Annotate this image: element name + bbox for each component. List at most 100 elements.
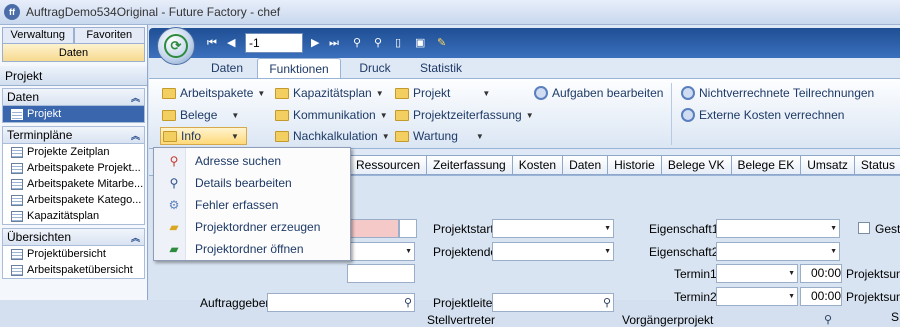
termin2-label: Termin2 [674, 290, 717, 304]
nachkalkulation-button[interactable]: Nachkalkulation ▼ [275, 127, 390, 145]
nav-group-header[interactable]: Terminpläne ︽ [3, 127, 144, 144]
first-record-icon[interactable]: ⏮ [207, 36, 217, 50]
table-icon [11, 108, 23, 120]
next-record-icon[interactable]: ▶ [311, 36, 319, 50]
dropdown-arrow-icon: ▼ [604, 248, 611, 255]
search-binoculars-icon[interactable]: ⚲ [603, 296, 611, 309]
address-search-icon: ⚲ [169, 154, 179, 168]
aufgaben-bearbeiten-button[interactable]: Aufgaben bearbeiten [534, 84, 663, 102]
tab-historie[interactable]: Historie [607, 155, 661, 175]
tab-funktionen[interactable]: Funktionen [257, 58, 341, 78]
search-binoculars-icon[interactable]: ⚲ [404, 296, 412, 309]
collapse-icon[interactable]: ︽ [131, 91, 140, 104]
folder-icon [395, 130, 409, 142]
nav-item-kapazitaetsplan[interactable]: Kapazitätsplan [3, 208, 144, 224]
menu-item-projektordner-oeffnen[interactable]: ▰ Projektordner öffnen [154, 238, 350, 260]
detail-tabs: Ressourcen Zeiterfassung Kosten Daten Hi… [349, 155, 900, 175]
termin2-time[interactable]: 00:00 [800, 287, 842, 306]
nav-item-arbeitspakete-kategorie[interactable]: Arbeitspakete Katego... [3, 192, 144, 208]
tab-daten-detail[interactable]: Daten [562, 155, 608, 175]
kapazitaetsplan-button[interactable]: Kapazitätsplan ▼ [275, 84, 384, 102]
menu-item-fehler-erfassen[interactable]: ⚙ Fehler erfassen [154, 194, 350, 216]
search-binoculars-icon[interactable]: ⚲ [824, 313, 832, 326]
nav-item-arbeitspakete-projekt[interactable]: Arbeitspakete Projekt... [3, 160, 144, 176]
edit-icon[interactable]: ✎ [437, 36, 446, 50]
eigenschaft1-field[interactable]: ▼ [716, 219, 840, 238]
nav-item-label: Projektübersicht [27, 248, 106, 260]
tab-zeiterfassung[interactable]: Zeiterfassung [426, 155, 512, 175]
vorgaengerprojekt-label: Vorgängerprojekt [622, 313, 714, 327]
externe-kosten-verrechnen-button[interactable]: Externe Kosten verrechnen [681, 106, 844, 124]
dropdown-arrow-icon: ▼ [604, 225, 611, 232]
tab-druck[interactable]: Druck [347, 58, 403, 78]
folder-icon: ▰ [169, 220, 179, 234]
tab-status[interactable]: Status [853, 155, 900, 175]
text-field[interactable] [347, 264, 415, 283]
report-icon [11, 248, 23, 260]
nav-item-arbeitspaketuebersicht[interactable]: Arbeitspaketübersicht [3, 262, 144, 278]
ribbon-separator [671, 83, 672, 145]
folder-icon [163, 130, 177, 142]
nav-group-header[interactable]: Daten ︽ [3, 89, 144, 106]
dropdown-arrow-icon: ▼ [257, 88, 266, 98]
nav-item-projekt[interactable]: Projekt [3, 106, 144, 122]
required-field[interactable] [347, 219, 399, 238]
auftraggeber-field[interactable]: ⚲ [267, 293, 415, 312]
kommunikation-button[interactable]: Kommunikation ▼ [275, 106, 388, 124]
gesta-checkbox[interactable] [858, 222, 870, 234]
tab-kosten[interactable]: Kosten [511, 155, 563, 175]
nav-group-header[interactable]: Übersichten ︽ [3, 229, 144, 246]
previous-record-icon[interactable]: ◀ [227, 36, 235, 50]
projektsumme2-label: Projektsumm [846, 290, 900, 304]
tab-daten[interactable]: Daten [201, 58, 253, 78]
field-segment[interactable] [399, 219, 417, 238]
nav-tab-favoriten[interactable]: Favoriten [73, 27, 145, 44]
tab-statistik[interactable]: Statistik [411, 58, 471, 78]
eigenschaft2-field[interactable]: ▼ [716, 242, 840, 261]
nav-tab-verwaltung[interactable]: Verwaltung [2, 27, 74, 44]
info-button[interactable]: Info ▼ [160, 127, 247, 145]
nav-tab-daten[interactable]: Daten [2, 44, 145, 62]
nav-group-terminplaene: Terminpläne ︽ Projekte Zeitplan Arbeitspa… [2, 126, 145, 225]
search-binoculars-icon[interactable]: ⚲ [353, 36, 361, 50]
new-document-icon[interactable]: ▯ [395, 36, 401, 50]
collapse-icon[interactable]: ︽ [131, 129, 140, 142]
record-number-input[interactable]: -1 [245, 33, 303, 53]
folder-icon [275, 130, 289, 142]
combo-field[interactable]: ▼ [347, 242, 415, 261]
gear-icon [681, 108, 695, 122]
last-record-icon[interactable]: ⏭ [329, 36, 339, 50]
nav-section-title: Projekt [0, 66, 147, 86]
nav-group-daten: Daten ︽ Projekt [2, 88, 145, 123]
projektende-field[interactable]: ▼ [492, 242, 614, 261]
projektleiter-field[interactable]: ⚲ [492, 293, 614, 312]
menu-item-projektordner-erzeugen[interactable]: ▰ Projektordner erzeugen [154, 216, 350, 238]
projektstart-field[interactable]: ▼ [492, 219, 614, 238]
table-icon [11, 146, 23, 158]
search-user-icon[interactable]: ⚲ [374, 36, 382, 50]
menu-item-details-bearbeiten[interactable]: ⚲ Details bearbeiten [154, 172, 350, 194]
projekt-button[interactable]: Projekt ▼ [395, 84, 490, 102]
nav-item-projekte-zeitplan[interactable]: Projekte Zeitplan [3, 144, 144, 160]
termin1-time[interactable]: 00:00 [800, 264, 842, 283]
belege-button[interactable]: Belege ▼ [162, 106, 239, 124]
save-icon[interactable]: ▣ [415, 36, 425, 50]
termin2-date[interactable]: ▼ [716, 287, 798, 306]
nav-item-projektuebersicht[interactable]: Projektübersicht [3, 246, 144, 262]
wartung-button[interactable]: Wartung ▼ [395, 127, 484, 145]
tab-umsatz[interactable]: Umsatz [800, 155, 854, 175]
menu-item-adresse-suchen[interactable]: ⚲ Adresse suchen [154, 150, 350, 172]
nav-item-arbeitspakete-mitarbeiter[interactable]: Arbeitspakete Mitarbe... [3, 176, 144, 192]
collapse-icon[interactable]: ︽ [131, 231, 140, 244]
dropdown-arrow-icon: ▼ [379, 110, 388, 120]
termin1-date[interactable]: ▼ [716, 264, 798, 283]
dropdown-arrow-icon: ▼ [231, 110, 240, 120]
nichtverrechnete-teilrechnungen-button[interactable]: Nichtverrechnete Teilrechnungen [681, 84, 874, 102]
tab-belege-ek[interactable]: Belege EK [730, 155, 801, 175]
folder-open-icon: ▰ [169, 242, 179, 256]
arbeitspakete-button[interactable]: Arbeitspakete ▼ [162, 84, 265, 102]
app-menu-button[interactable]: ⟳ [157, 27, 195, 65]
projektzeiterfassung-button[interactable]: Projektzeiterfassung ▼ [395, 106, 534, 124]
tab-belege-vk[interactable]: Belege VK [660, 155, 731, 175]
tab-ressourcen[interactable]: Ressourcen [349, 155, 427, 175]
